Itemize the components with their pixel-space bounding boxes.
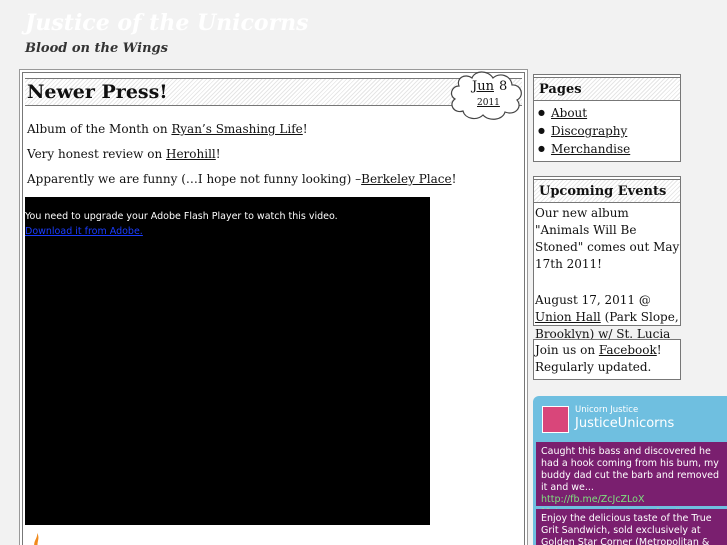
twitter-handle[interactable]: JusticeUnicorns (575, 416, 674, 431)
cloud-badge-icon (450, 71, 522, 120)
facebook-link[interactable]: Facebook (599, 343, 657, 357)
post-line-2-text: Very honest review on (27, 147, 166, 161)
events-widget-title: Upcoming Events (534, 179, 680, 203)
site-title[interactable]: Justice of the Unicorns (25, 10, 309, 36)
post-line-3-text: Apparently we are funny (…I hope not fun… (27, 172, 362, 186)
flame-icon (34, 533, 39, 545)
tweet-item: Caught this bass and discovered he had a… (536, 442, 727, 516)
twitter-display-name[interactable]: Unicorn Justice (575, 405, 638, 415)
page-item-merchandise: Merchandise (538, 140, 680, 158)
flash-video-player[interactable]: You need to upgrade your Adobe Flash Pla… (25, 197, 430, 525)
pages-widget: Pages About Discography Merchandise (533, 74, 681, 162)
facebook-widget: Join us on Facebook! Regularly updated. (533, 339, 681, 380)
tweet-1-link[interactable]: http://fb.me/ZcJcZLoX (541, 494, 727, 506)
pages-list: About Discography Merchandise (534, 101, 680, 161)
upcoming-events-widget: Upcoming Events Our new album "Animals W… (533, 176, 681, 341)
post-line-1-end: ! (302, 122, 308, 136)
download-adobe-link[interactable]: Download it from Adobe. (25, 226, 143, 237)
tweet-1-text: Caught this bass and discovered he had a… (541, 446, 720, 493)
post-date-badge: Jun 8 2011 (445, 66, 527, 124)
events-show-date: August 17, 2011 @ (535, 293, 651, 307)
post-line-2-end: ! (215, 147, 221, 161)
post-line-1-text: Album of the Month on (27, 122, 172, 136)
merchandise-link[interactable]: Merchandise (551, 142, 630, 156)
about-link[interactable]: About (551, 106, 587, 120)
tweet-2-text: Enjoy the delicious taste of the True Gr… (541, 513, 712, 545)
pages-widget-title: Pages (534, 77, 680, 101)
ryans-smashing-life-link[interactable]: Ryan’s Smashing Life (171, 122, 302, 136)
events-album-text: Our new album "Animals Will Be Stoned" c… (535, 206, 680, 271)
union-hall-link[interactable]: Union Hall (535, 310, 601, 324)
twitter-avatar[interactable] (542, 406, 569, 433)
date-day: 8 (499, 79, 508, 94)
facebook-pre: Join us on (535, 343, 599, 357)
post-line-3: Apparently we are funny (…I hope not fun… (27, 172, 456, 186)
discography-link[interactable]: Discography (551, 124, 627, 138)
herohill-link[interactable]: Herohill (166, 147, 216, 161)
page-item-discography: Discography (538, 122, 680, 140)
flash-upgrade-message: You need to upgrade your Adobe Flash Pla… (25, 211, 338, 222)
twitter-widget: Unicorn Justice JusticeUnicorns Caught t… (533, 396, 727, 545)
tweet-item: Enjoy the delicious taste of the True Gr… (536, 509, 727, 545)
site-tagline: Blood on the Wings (25, 41, 168, 56)
post-line-3-end: ! (451, 172, 457, 186)
date-month-link[interactable]: Jun (472, 79, 494, 94)
post-title[interactable]: Newer Press! (27, 81, 168, 103)
post-line-1: Album of the Month on Ryan’s Smashing Li… (27, 122, 308, 136)
facebook-text: Join us on Facebook! Regularly updated. (534, 340, 680, 378)
berkeley-place-link[interactable]: Berkeley Place (361, 172, 451, 186)
events-show-text: August 17, 2011 @ Union Hall (Park Slope… (534, 275, 680, 345)
post-article: Newer Press! Album of the Month on Ryan’… (22, 72, 525, 545)
date-year-link[interactable]: 2011 (477, 98, 500, 108)
post-line-2: Very honest review on Herohill! (27, 147, 221, 161)
page-item-about: About (538, 104, 680, 122)
